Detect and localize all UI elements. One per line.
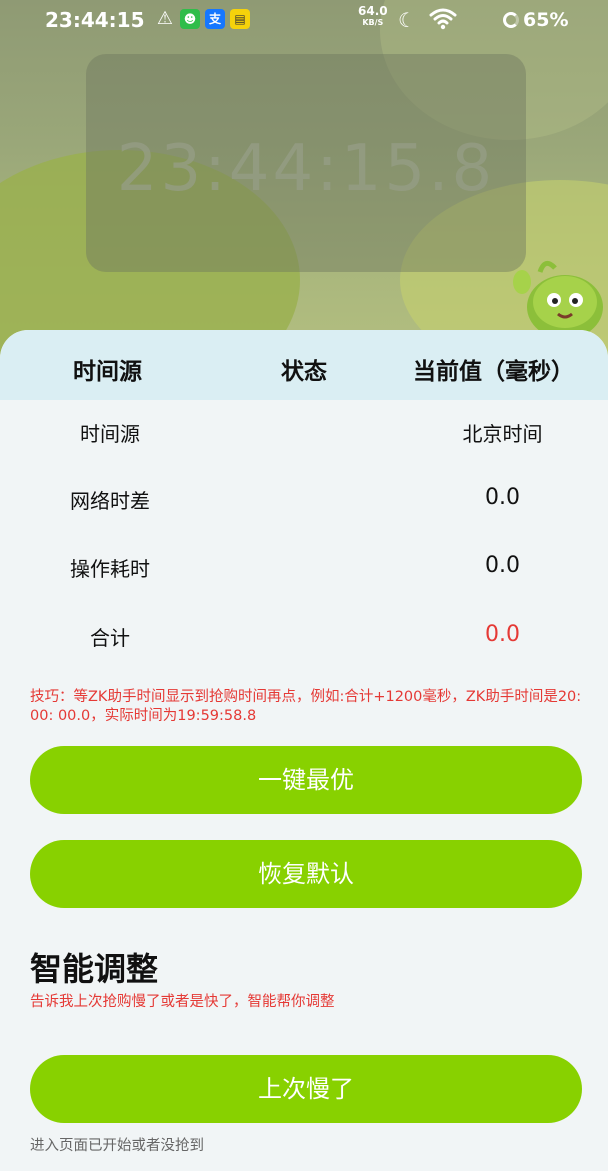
network-speed: 64.0 KB/S <box>358 4 388 28</box>
mascot-icon <box>513 260 603 339</box>
table-row[interactable]: 操作耗时 0.0 <box>0 553 608 613</box>
status-bar: 23:44:15 ⚠ ☻ 支 ▤ 64.0 KB/S ☾ 65% <box>0 0 608 40</box>
footer-note: 进入页面已开始或者没抢到 <box>30 1138 204 1154</box>
alipay-icon: 支 <box>205 9 225 29</box>
optimal-button[interactable]: 一键最优 <box>30 746 582 814</box>
row-label: 时间源 <box>80 422 140 446</box>
status-time: 23:44:15 <box>45 8 145 32</box>
row-label: 网络时差 <box>70 489 150 513</box>
clock-display: 23:44:15.8 <box>116 132 496 206</box>
row-value: 0.0 <box>485 485 520 510</box>
last-time-slow-button[interactable]: 上次慢了 <box>30 1055 582 1123</box>
column-header-status: 状态 <box>281 359 327 385</box>
network-speed-value: 64.0 <box>358 4 388 18</box>
wifi-icon <box>428 6 458 36</box>
column-header-value: 当前值（毫秒） <box>413 359 574 385</box>
app-notification-icon: ▤ <box>230 9 250 29</box>
column-header-source: 时间源 <box>73 359 142 385</box>
row-label: 合计 <box>90 626 130 650</box>
row-value: 0.0 <box>485 553 520 578</box>
reset-default-button[interactable]: 恢复默认 <box>30 840 582 908</box>
tip-text: 技巧：等ZK助手时间显示到抢购时间再点，例如:合计+1200毫秒，ZK助手时间是… <box>30 689 582 724</box>
do-not-disturb-icon: ☾ <box>398 8 416 32</box>
time-calibration-sheet: 时间源 状态 当前值（毫秒） 时间源 北京时间 网络时差 0.0 操作耗时 0.… <box>0 330 608 1171</box>
battery-indicator: 65% <box>503 9 568 31</box>
smart-adjust-title: 智能调整 <box>30 950 159 988</box>
table-row[interactable]: 网络时差 0.0 <box>0 485 608 545</box>
warning-icon: ⚠ <box>156 8 174 29</box>
total-value: 0.0 <box>485 622 520 647</box>
table-row: 合计 0.0 <box>0 622 608 682</box>
notification-icons: ⚠ ☻ 支 ▤ <box>155 9 250 29</box>
wechat-pay-icon: ☻ <box>180 9 200 29</box>
battery-level: 65% <box>523 9 569 31</box>
table-header: 时间源 状态 当前值（毫秒） <box>0 330 608 400</box>
row-label: 操作耗时 <box>70 557 150 581</box>
table-row[interactable]: 时间源 北京时间 <box>0 418 608 478</box>
battery-icon <box>503 12 519 28</box>
row-value[interactable]: 北京时间 <box>400 418 605 447</box>
network-speed-unit: KB/S <box>362 18 384 27</box>
clock-card: 23:44:15.8 <box>86 54 526 272</box>
smart-adjust-subtitle: 告诉我上次抢购慢了或者是快了，智能帮你调整 <box>30 994 335 1010</box>
